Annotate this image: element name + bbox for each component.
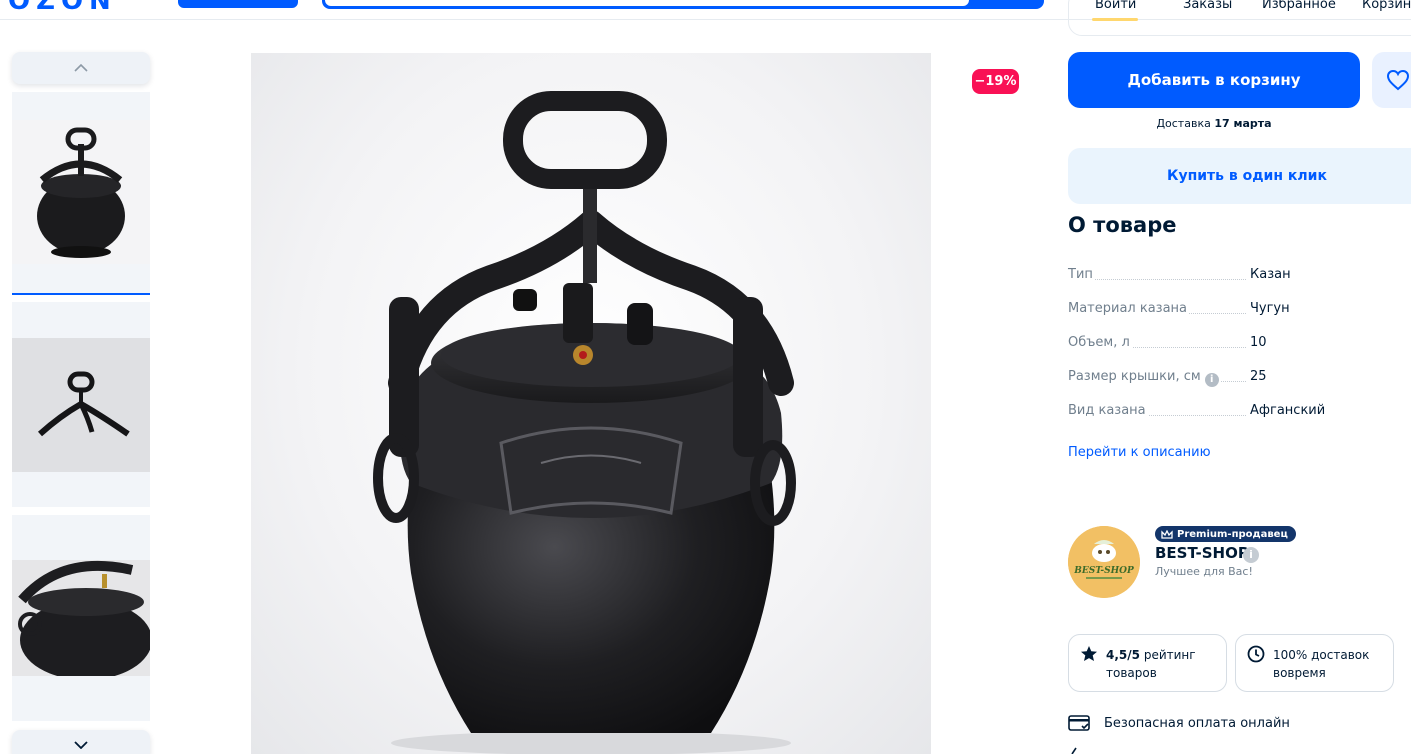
delivery-date: 17 марта bbox=[1214, 117, 1272, 130]
points-indicator bbox=[1092, 18, 1138, 21]
secure-payment-label: Безопасная оплата онлайн bbox=[1104, 715, 1290, 731]
spec-name: Тип bbox=[1068, 267, 1095, 282]
heart-icon bbox=[1386, 69, 1410, 91]
thumbnail-1[interactable] bbox=[12, 92, 150, 295]
card-shield-icon bbox=[1068, 715, 1090, 731]
spec-row-kind: Вид казана Афганский bbox=[1068, 403, 1408, 421]
spec-value: Афганский bbox=[1250, 403, 1326, 418]
search-bar bbox=[322, 0, 1044, 9]
add-to-cart-button[interactable]: Добавить в корзину bbox=[1068, 52, 1360, 108]
chevron-down-icon bbox=[74, 741, 88, 749]
spec-value: Чугун bbox=[1250, 301, 1290, 316]
logo[interactable]: OZON bbox=[8, 0, 117, 16]
search-input[interactable] bbox=[325, 0, 969, 6]
delivery-info: Доставка 17 марта bbox=[1068, 117, 1360, 130]
info-icon[interactable]: i bbox=[1204, 373, 1219, 387]
spec-name: Вид казана bbox=[1068, 403, 1148, 418]
spec-name-text: Размер крышки, см bbox=[1068, 369, 1201, 384]
goto-description-link[interactable]: Перейти к описанию bbox=[1068, 445, 1211, 460]
thumbnail-2[interactable] bbox=[12, 302, 150, 507]
favorite-button[interactable] bbox=[1372, 52, 1411, 108]
spec-name: Материал казана bbox=[1068, 301, 1190, 316]
main-product-image[interactable] bbox=[251, 53, 931, 754]
buy-one-click-button[interactable]: Купить в один клик bbox=[1068, 148, 1411, 204]
kazan-image bbox=[373, 91, 796, 754]
seller-tagline: Лучшее для Вас! bbox=[1155, 565, 1253, 578]
thumbnail-gallery bbox=[12, 52, 150, 754]
secure-payment: Безопасная оплата онлайн bbox=[1068, 714, 1290, 732]
thumbnail-3-image bbox=[12, 560, 150, 676]
partial-icon bbox=[1071, 747, 1077, 754]
chevron-up-icon bbox=[74, 64, 88, 72]
clock-icon bbox=[1247, 645, 1265, 663]
spec-value: Казан bbox=[1250, 267, 1291, 282]
crown-icon bbox=[1161, 529, 1173, 539]
delivery-prefix: Доставка bbox=[1156, 117, 1211, 130]
discount-badge: −19% bbox=[972, 69, 1019, 94]
thumbnail-2-image bbox=[12, 338, 150, 472]
thumbnails-up-button[interactable] bbox=[12, 52, 150, 84]
spec-row-type: Тип Казан bbox=[1068, 267, 1408, 285]
thumbnail-active-indicator bbox=[12, 293, 150, 295]
seller-avatar[interactable]: BEST-SHOP bbox=[1068, 526, 1140, 598]
seller-info-icon[interactable]: i bbox=[1243, 547, 1259, 563]
thumbnails-down-button[interactable] bbox=[12, 730, 150, 754]
spec-name: Объем, л bbox=[1068, 335, 1132, 350]
spec-row-material: Материал казана Чугун bbox=[1068, 301, 1408, 319]
spec-row-lid-size: Размер крышки, см i 25 bbox=[1068, 369, 1408, 387]
thumbnail-3[interactable] bbox=[12, 515, 150, 721]
seller-logo-text: BEST-SHOP bbox=[1073, 566, 1134, 576]
seller-logo-image: BEST-SHOP bbox=[1068, 526, 1140, 598]
stat-card-delivery[interactable]: 100% доставок вовремя bbox=[1235, 634, 1394, 692]
spec-name-with-info: Размер крышки, см i bbox=[1068, 369, 1221, 387]
about-product-title: О товаре bbox=[1068, 213, 1177, 237]
stat-text: 4,5/5 рейтинг товаров bbox=[1106, 646, 1224, 682]
stat-card-rating[interactable]: 4,5/5 рейтинг товаров bbox=[1068, 634, 1227, 692]
thumbnail-1-image bbox=[12, 120, 150, 264]
stat-delivery-text: 100% доставок вовремя bbox=[1273, 648, 1370, 680]
catalog-button[interactable] bbox=[178, 0, 298, 8]
star-icon bbox=[1081, 646, 1097, 661]
stat-rating-value: 4,5/5 bbox=[1106, 648, 1140, 662]
premium-seller-badge: Premium-продавец bbox=[1155, 526, 1296, 542]
seller-name[interactable]: BEST-SHOP bbox=[1155, 544, 1249, 562]
spec-value: 10 bbox=[1250, 335, 1267, 350]
spec-row-volume: Объем, л 10 bbox=[1068, 335, 1408, 353]
premium-label: Premium-продавец bbox=[1177, 528, 1288, 540]
spec-value: 25 bbox=[1250, 369, 1267, 384]
